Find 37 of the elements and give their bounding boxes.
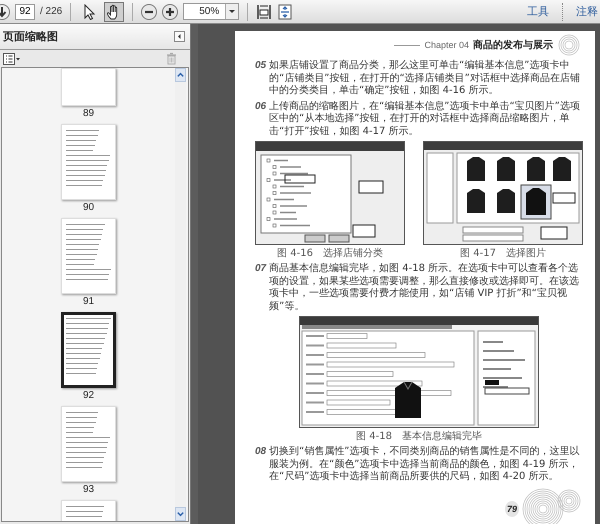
zoom-out-icon[interactable]	[141, 4, 158, 20]
panel-title: 页面缩略图	[3, 29, 58, 44]
paragraph: 商品基本信息编辑完毕，如图 4-18 所示。在选项卡中可以查看各个选项的设置，如果某些选项需要调整，那么直接修改或选择即可。在该选项卡中，一些选项需要付费才能使用，如“店铺 VIP 打折”和“宝贝视频”等。	[269, 263, 580, 313]
scroll-up-icon[interactable]	[175, 68, 186, 82]
chapter-title: 商品的发布与展示	[473, 38, 553, 52]
zoom-field[interactable]: 50%	[183, 3, 240, 20]
step-number: 06	[255, 100, 266, 112]
hand-icon[interactable]	[104, 2, 124, 22]
page-number: 92	[82, 390, 94, 402]
page-field[interactable]: 92	[15, 4, 35, 20]
step-number: 05	[255, 60, 266, 71]
rings-drawing	[521, 486, 583, 524]
page-number: 79	[504, 500, 519, 516]
page-number: 93	[82, 484, 94, 496]
fit-page-icon[interactable]	[256, 4, 272, 20]
figure-caption: 图 4-16 选择店铺分类	[277, 246, 383, 260]
options-icon[interactable]	[3, 52, 20, 66]
fit-width-icon[interactable]	[277, 4, 294, 20]
paragraph: 如果店铺设置了商品分类，那么这里可单击“编辑基本信息”选项卡中的“店铺类目”按钮，在打开的“选择店铺类目”对话框中选择商品在店铺中的分类类目，单击“确定”按钮，如图 4-16 所示。	[269, 60, 581, 98]
dropdown-caret-icon[interactable]	[225, 4, 238, 19]
figure-caption: 图 4-17 选择图片	[460, 246, 546, 260]
paragraph: 切换到“销售属性”选项卡，不同类别商品的销售属性是不同的，这里以服装为例。在“颜色”选项卡中选择当前商品的颜色，如图 4-19 所示，在“尺码”选项卡中选择当前商品所要供的尺码，如图 4-20 所示。	[269, 446, 580, 484]
scroll-down-icon[interactable]	[175, 507, 186, 521]
panel-button[interactable]: 工具	[525, 4, 551, 19]
page-count: / 226	[40, 6, 62, 17]
collapse-icon[interactable]	[174, 31, 185, 42]
page-number: 89	[82, 108, 94, 120]
paragraph: 上传商品的缩略图片，在“编辑基本信息”选项卡中单击“宝贝图片”选项区中的“从本地选择”按钮，在打开的对话框中选择商品缩略图片，单击“打开”按钮，如图 4-17 所示。	[269, 100, 581, 138]
page-thumbnail[interactable]	[61, 312, 116, 388]
step-number: 08	[255, 446, 266, 457]
page-number: 91	[82, 296, 94, 308]
panel-button[interactable]: 注释	[574, 4, 600, 19]
figure-caption: 图 4-18 基本信息编辑完毕	[356, 430, 482, 443]
page-number: 90	[82, 202, 94, 214]
chapter-label: Chapter 04	[424, 40, 469, 50]
zoom-in-icon[interactable]	[162, 4, 178, 20]
step-number: 07	[255, 263, 266, 274]
